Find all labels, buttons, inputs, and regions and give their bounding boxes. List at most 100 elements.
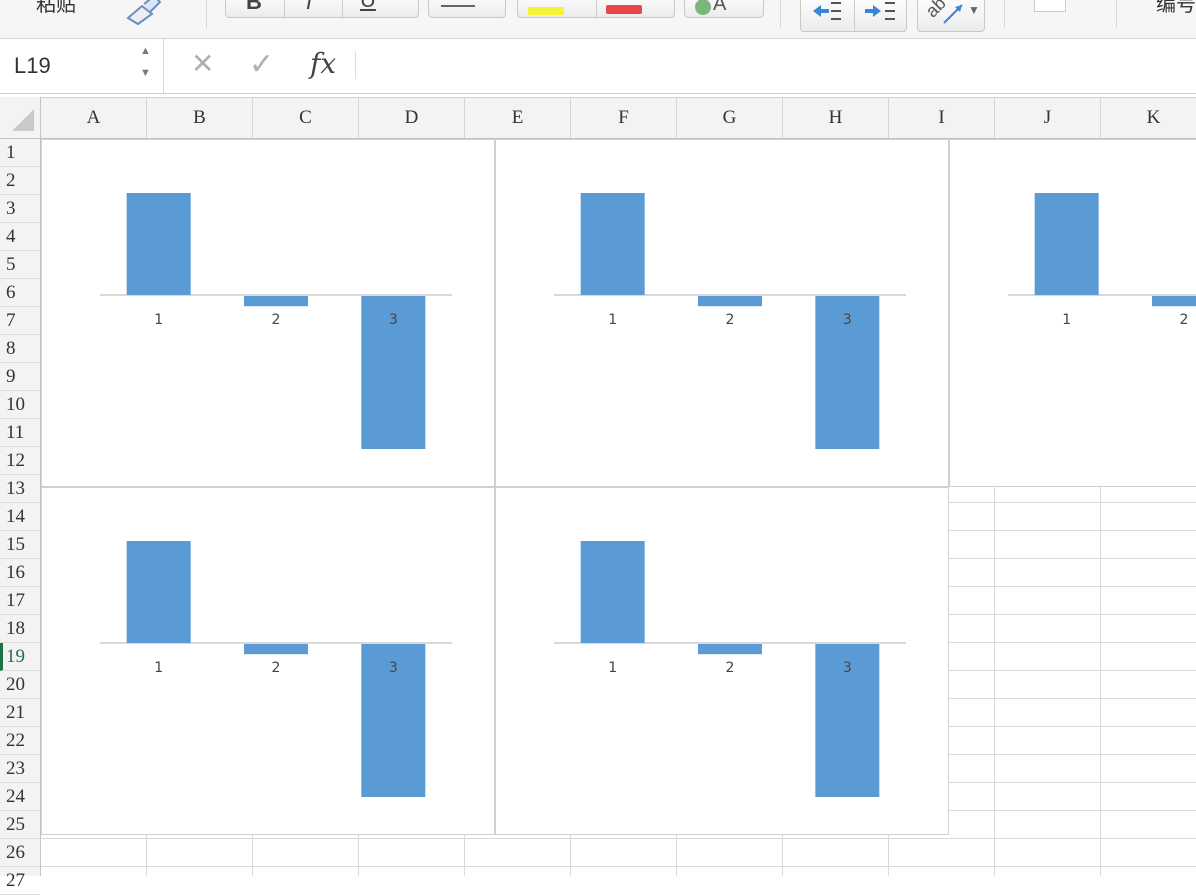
- row-header-1[interactable]: 1: [0, 139, 40, 167]
- paste-label[interactable]: 粘贴: [36, 0, 76, 17]
- chart-plot: 1 2 3: [554, 193, 906, 449]
- row-header-22[interactable]: 22: [0, 727, 40, 755]
- x-tick-label: 3: [389, 312, 398, 328]
- row-header-21[interactable]: 21: [0, 699, 40, 727]
- chart-plot: 123: [1008, 193, 1196, 328]
- bar-1[interactable]: [580, 193, 645, 295]
- name-box-stepper-up-icon[interactable]: ▲: [140, 45, 151, 57]
- format-painter-icon[interactable]: [124, 0, 164, 31]
- x-tick-label: 2: [272, 660, 281, 676]
- row-header-14[interactable]: 14: [0, 503, 40, 531]
- row-header-13[interactable]: 13: [0, 475, 40, 503]
- name-box-stepper-down-icon[interactable]: ▼: [140, 67, 151, 79]
- x-tick-label: 3: [843, 312, 852, 328]
- row-header-9[interactable]: 9: [0, 363, 40, 391]
- format-cells-icon[interactable]: [1034, 0, 1066, 12]
- cancel-icon[interactable]: ✕: [191, 47, 214, 80]
- name-box[interactable]: L19 ▲ ▼: [0, 39, 164, 93]
- column-header-k[interactable]: K: [1101, 98, 1196, 138]
- bar-1[interactable]: [580, 541, 645, 643]
- highlight-swatch-icon: [528, 7, 564, 15]
- row-header-18[interactable]: 18: [0, 615, 40, 643]
- row-header-23[interactable]: 23: [0, 755, 40, 783]
- x-tick-label: 3: [389, 660, 398, 676]
- select-all-corner[interactable]: [0, 97, 41, 139]
- x-tick-label: 3: [843, 660, 852, 676]
- bar-chart-2[interactable]: 1 2 3: [495, 139, 949, 487]
- row-header-16[interactable]: 16: [0, 559, 40, 587]
- row-header-10[interactable]: 10: [0, 391, 40, 419]
- row-header-20[interactable]: 20: [0, 671, 40, 699]
- bar-2[interactable]: [1152, 296, 1196, 307]
- row-header-25[interactable]: 25: [0, 811, 40, 839]
- row-header-5[interactable]: 5: [0, 251, 40, 279]
- chart-plot: 123: [100, 193, 452, 449]
- row-header-19[interactable]: 19: [0, 643, 40, 671]
- chart-plot: 123: [554, 541, 906, 797]
- row-header-4[interactable]: 4: [0, 223, 40, 251]
- borders-icon: [441, 5, 475, 7]
- chevron-down-icon: ▼: [968, 3, 980, 17]
- bar-2[interactable]: [698, 644, 762, 655]
- column-header-e[interactable]: E: [465, 98, 571, 138]
- bar-2[interactable]: [244, 296, 308, 307]
- underline-button[interactable]: U: [360, 0, 376, 13]
- column-header: ABCDEFGHIJK: [41, 97, 1196, 139]
- row-header-24[interactable]: 24: [0, 783, 40, 811]
- bar-chart-4[interactable]: 1 2 3: [41, 487, 495, 835]
- row-header-7[interactable]: 7: [0, 307, 40, 335]
- column-header-a[interactable]: A: [41, 98, 147, 138]
- bar-1[interactable]: [126, 541, 191, 643]
- row-header-8[interactable]: 8: [0, 335, 40, 363]
- bar-1[interactable]: [126, 193, 191, 295]
- increase-font-button[interactable]: A: [684, 0, 764, 18]
- borders-button[interactable]: [428, 0, 506, 18]
- column-header-g[interactable]: G: [677, 98, 783, 138]
- x-tick-label: 1: [608, 312, 617, 328]
- italic-button[interactable]: I: [306, 0, 312, 15]
- bar-chart-1[interactable]: 1 2 3: [41, 139, 495, 487]
- indent-group: [800, 0, 907, 32]
- bold-button[interactable]: B: [246, 0, 262, 15]
- row-header-12[interactable]: 12: [0, 447, 40, 475]
- bar-1[interactable]: [1034, 193, 1099, 295]
- row-header-27[interactable]: 27: [0, 867, 40, 895]
- numbering-label[interactable]: 编号: [1156, 0, 1196, 17]
- column-header-b[interactable]: B: [147, 98, 253, 138]
- x-tick-label: 1: [1062, 312, 1071, 328]
- bar-chart-5[interactable]: 1 2 3: [495, 487, 949, 835]
- x-tick-label: 1: [608, 660, 617, 676]
- column-header-i[interactable]: I: [889, 98, 995, 138]
- decrease-indent-icon[interactable]: [809, 0, 843, 32]
- formula-input[interactable]: [362, 47, 1186, 87]
- name-box-value[interactable]: L19: [14, 53, 51, 79]
- confirm-icon[interactable]: ✓: [249, 47, 274, 82]
- row-header: 1 2 3 4 5 6 7 8 9 10 11 12 13 14 15 16 17 18 19 20 21 22 23 24 2…: [0, 139, 41, 895]
- column-header-h[interactable]: H: [783, 98, 889, 138]
- column-header-d[interactable]: D: [359, 98, 465, 138]
- ribbon-toolbar: 粘贴 B I U A ab ▼ 编号: [0, 0, 1196, 39]
- row-header-3[interactable]: 3: [0, 195, 40, 223]
- fill-color-button[interactable]: [517, 0, 675, 19]
- cell-grid[interactable]: 123123123123123: [41, 139, 1196, 876]
- row-header-11[interactable]: 11: [0, 419, 40, 447]
- bar-chart-3[interactable]: 123: [949, 139, 1196, 487]
- row-header-6[interactable]: 6: [0, 279, 40, 307]
- x-tick-label: 1: [154, 312, 163, 328]
- column-header-j[interactable]: J: [995, 98, 1101, 138]
- column-header-c[interactable]: C: [253, 98, 359, 138]
- column-header-f[interactable]: F: [571, 98, 677, 138]
- row-header-15[interactable]: 15: [0, 531, 40, 559]
- x-tick-label: 2: [726, 312, 735, 328]
- increase-indent-icon[interactable]: [863, 0, 897, 32]
- row-header-17[interactable]: 17: [0, 587, 40, 615]
- row-header-26[interactable]: 26: [0, 839, 40, 867]
- bar-2[interactable]: [244, 644, 308, 655]
- bar-2[interactable]: [698, 296, 762, 307]
- row-header-2[interactable]: 2: [0, 167, 40, 195]
- font-color-swatch-icon: [606, 5, 642, 14]
- font-grow-label: A: [713, 0, 727, 15]
- orientation-button[interactable]: ab ▼: [917, 0, 985, 32]
- insert-function-button[interactable]: fx: [310, 47, 336, 80]
- x-tick-label: 2: [1180, 312, 1189, 328]
